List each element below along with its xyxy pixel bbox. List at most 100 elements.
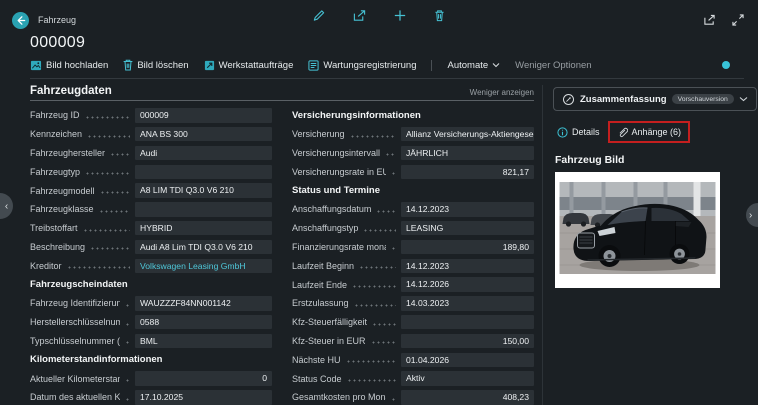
summary-card[interactable]: Zusammenfassung Vorschauversion xyxy=(553,87,757,111)
form-field-row: Herstellerschlüsselnummer (HS... 0588 xyxy=(30,313,272,332)
new-button[interactable] xyxy=(394,9,407,22)
field-value[interactable]: 14.12.2026 xyxy=(401,277,534,292)
dotted-leader xyxy=(372,322,396,326)
field-value[interactable]: ANA BS 300 xyxy=(135,126,272,142)
dotted-leader xyxy=(98,209,130,213)
dotted-leader xyxy=(125,397,130,401)
field-value[interactable]: LEASING xyxy=(401,220,534,236)
field-value[interactable]: JÄHRLICH xyxy=(401,145,534,161)
content-area: Fahrzeugdaten Weniger anzeigen Fahrzeug … xyxy=(0,79,758,405)
section-header: Fahrzeugdaten Weniger anzeigen xyxy=(30,85,534,101)
open-record-button[interactable] xyxy=(353,9,367,22)
field-value[interactable]: 0588 xyxy=(135,314,272,330)
field-label: Fahrzeughersteller xyxy=(30,147,106,158)
vehicle-photo[interactable] xyxy=(555,172,720,288)
show-less-link[interactable]: Weniger anzeigen xyxy=(470,88,534,97)
action-label: Werkstattaufträge xyxy=(218,59,294,71)
work-orders-action[interactable]: Werkstattaufträge xyxy=(204,59,294,71)
field-value[interactable] xyxy=(135,202,272,217)
dotted-leader xyxy=(345,360,396,364)
field-label: Versicherungsrate in EUR xyxy=(292,166,386,177)
field-value[interactable]: WAUZZZF84NN001142 xyxy=(135,296,272,311)
edit-button[interactable] xyxy=(313,9,326,22)
image-section-title: Fahrzeug Bild xyxy=(555,154,625,166)
form-field-row: Kfz-Steuer in EUR 150,00 xyxy=(292,332,534,351)
field-label: Status Code xyxy=(292,373,342,384)
more-options-menu[interactable]: Weniger Optionen xyxy=(515,60,591,71)
field-value[interactable]: Audi xyxy=(135,145,272,161)
info-icon xyxy=(557,126,568,138)
delete-button[interactable] xyxy=(434,9,446,22)
breadcrumb[interactable]: Fahrzeug xyxy=(38,15,76,25)
field-value[interactable]: 17.10.2025 xyxy=(135,390,272,405)
dotted-leader xyxy=(87,134,130,138)
dotted-leader xyxy=(352,285,396,289)
form-field-row: Kfz-Steuerfälligkeit xyxy=(292,313,534,332)
form-field-row: Status Code Aktiv xyxy=(292,369,534,388)
field-label: Beschreibung xyxy=(30,241,86,252)
work-order-icon xyxy=(204,60,214,70)
field-value[interactable]: A8 LIM TDI Q3.0 V6 210 xyxy=(135,183,272,198)
summary-panel: Zusammenfassung Vorschauversion Details … xyxy=(542,85,758,405)
form-field-row: Fahrzeugklasse xyxy=(30,200,272,219)
section-title: Fahrzeugdaten xyxy=(30,85,112,97)
field-label: Fahrzeugmodell xyxy=(30,185,95,196)
field-value[interactable]: 000009 xyxy=(135,108,272,123)
field-value[interactable]: 01.04.2026 xyxy=(401,352,534,367)
preview-badge: Vorschauversion xyxy=(671,94,734,104)
summary-tabs: Details Anhänge (6) xyxy=(555,121,757,143)
field-value[interactable]: 189,80 xyxy=(401,239,534,255)
maintenance-icon xyxy=(308,59,319,71)
dotted-leader xyxy=(390,172,396,176)
open-in-new-window-button[interactable] xyxy=(703,14,716,26)
action-label: Wartungsregistrierung xyxy=(323,59,417,71)
back-button[interactable] xyxy=(12,11,29,29)
chevron-down-icon xyxy=(739,97,748,102)
paperclip-icon xyxy=(619,127,628,138)
field-value[interactable]: 821,17 xyxy=(401,164,534,180)
field-value[interactable]: 150,00 xyxy=(401,333,534,349)
field-value[interactable]: Audi A8 Lim TDI Q3.0 V6 210 xyxy=(135,239,272,255)
dotted-leader xyxy=(125,379,130,383)
delete-image-action[interactable]: Bild löschen xyxy=(123,59,189,71)
maintenance-registration-action[interactable]: Wartungsregistrierung xyxy=(308,60,416,71)
subsection-header: Kilometerstandinformationen xyxy=(30,354,163,366)
record-toolbar xyxy=(313,9,446,22)
form-field-row: Fahrzeug Identifizierungsnum... WAUZZZF84… xyxy=(30,294,272,313)
field-value[interactable]: 0 xyxy=(135,371,272,386)
tab-attachments[interactable]: Anhänge (6) xyxy=(607,121,691,143)
field-value[interactable]: HYBRID xyxy=(135,220,272,236)
form-field-row: Laufzeit Beginn 14.12.2023 xyxy=(292,256,534,275)
dotted-leader xyxy=(363,228,396,232)
field-value[interactable]: BML xyxy=(135,333,272,349)
field-label: Typschlüsselnummer (TSN) xyxy=(30,335,120,346)
fields-column-middle: Versicherungsinformationen Versicherung Al… xyxy=(292,106,534,405)
field-value[interactable] xyxy=(135,164,272,180)
dotted-leader xyxy=(84,115,130,119)
field-value-link[interactable]: Volkswagen Leasing GmbH xyxy=(135,258,272,274)
field-label: Anschaffungstyp xyxy=(292,223,359,234)
form-field-row: Versicherung Allianz Versicherungs-Aktien… xyxy=(292,125,534,144)
field-value[interactable]: 14.12.2023 xyxy=(401,258,534,274)
field-value[interactable]: 14.12.2023 xyxy=(401,202,534,217)
form-field-row: Erstzulassung 14.03.2023 xyxy=(292,294,534,313)
upload-image-action[interactable]: Bild hochladen xyxy=(30,60,108,71)
vehicle-data-section: Fahrzeugdaten Weniger anzeigen Fahrzeug … xyxy=(30,85,542,405)
tab-details[interactable]: Details xyxy=(555,125,602,140)
form-field-row: Fahrzeugmodell A8 LIM TDI Q3.0 V6 210 xyxy=(30,181,272,200)
field-value[interactable] xyxy=(401,314,534,330)
field-value[interactable]: Aktiv xyxy=(401,371,534,386)
field-label: Nächste HU xyxy=(292,354,341,365)
automate-menu[interactable]: Automate xyxy=(447,60,500,71)
field-label: Fahrzeug ID xyxy=(30,110,80,121)
field-value[interactable]: 408,23 xyxy=(401,390,534,405)
fit-to-window-button[interactable] xyxy=(732,14,744,26)
field-label: Kfz-Steuerfälligkeit xyxy=(292,317,368,328)
automate-label: Automate xyxy=(447,59,489,71)
field-label: Anschaffungsdatum xyxy=(292,204,372,215)
field-value[interactable]: Allianz Versicherungs-Aktiengesellschaft xyxy=(401,126,534,142)
field-label: Aktueller Kilometerstand in KM xyxy=(30,373,120,384)
subsection-header: Status und Termine xyxy=(292,185,380,197)
field-label: Kreditor xyxy=(30,260,62,271)
field-value[interactable]: 14.03.2023 xyxy=(401,296,534,311)
